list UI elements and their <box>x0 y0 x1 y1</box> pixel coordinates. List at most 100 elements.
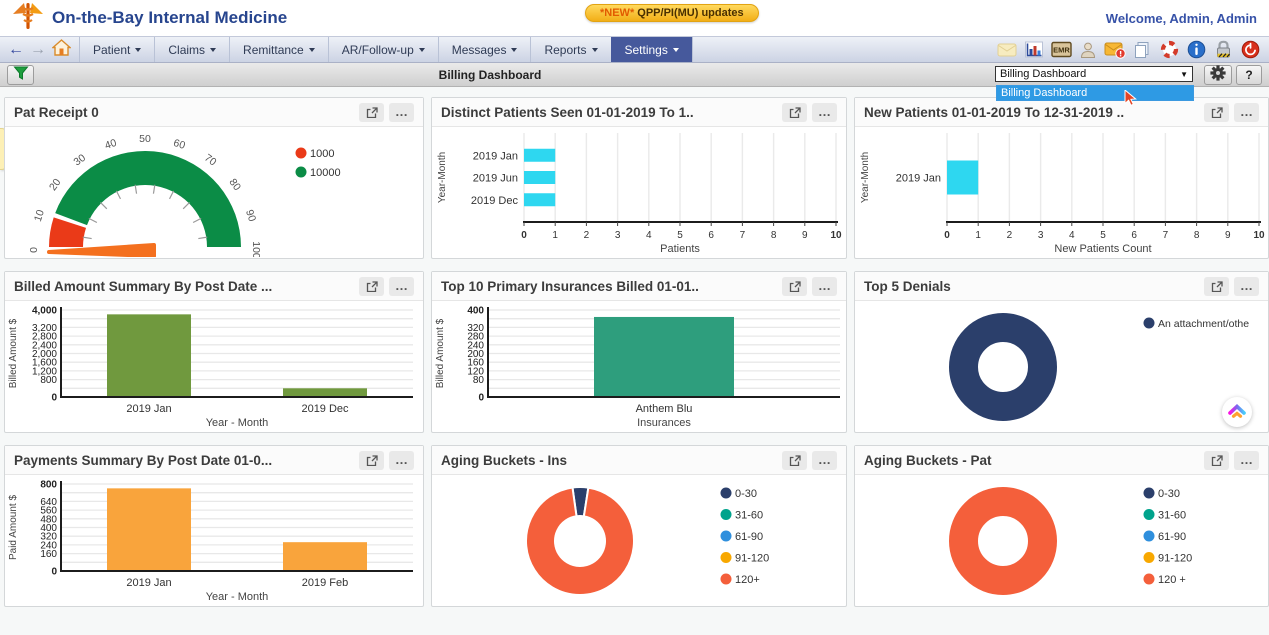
export-icon[interactable] <box>359 277 384 296</box>
banner-new-tag: *NEW* <box>600 7 634 19</box>
panel-new-patients: New Patients 01-01-2019 To 12-31-2019 ..… <box>854 97 1269 259</box>
svg-text:1: 1 <box>552 230 558 241</box>
more-icon[interactable]: … <box>389 451 414 470</box>
svg-text:New Patients Count: New Patients Count <box>1054 243 1151 255</box>
more-icon[interactable]: … <box>389 277 414 296</box>
svg-text:4,000: 4,000 <box>32 306 57 317</box>
svg-text:70: 70 <box>202 152 219 169</box>
nav-item-reports[interactable]: Reports <box>530 37 610 62</box>
nav-item-patient[interactable]: Patient <box>79 37 154 62</box>
lock-icon[interactable] <box>1212 40 1234 60</box>
panel-title: Top 5 Denials <box>864 279 951 294</box>
svg-text:5: 5 <box>677 230 683 241</box>
panel-pat-receipt: Pat Receipt 0 … 010203040506070809010010… <box>4 97 424 259</box>
svg-text:2019 Jan: 2019 Jan <box>126 577 171 589</box>
forward-arrow-icon[interactable]: → <box>30 42 46 58</box>
nav-item-settings[interactable]: Settings <box>611 37 693 62</box>
svg-text:3: 3 <box>615 230 621 241</box>
svg-text:0-30: 0-30 <box>735 488 757 500</box>
help-button[interactable]: ? <box>1236 65 1262 85</box>
svg-text:160: 160 <box>40 549 57 560</box>
settings-gear-button[interactable] <box>1204 65 1232 85</box>
svg-text:91-120: 91-120 <box>735 553 769 565</box>
more-icon[interactable]: … <box>812 451 837 470</box>
export-icon[interactable] <box>782 103 807 122</box>
svg-text:2019 Jun: 2019 Jun <box>473 173 518 185</box>
svg-text:1000: 1000 <box>310 148 334 160</box>
qpp-updates-banner[interactable]: *NEW* QPP/PI(MU) updates <box>585 4 759 22</box>
nav-item-ar-follow-up[interactable]: AR/Follow-up <box>328 37 438 62</box>
svg-text:31-60: 31-60 <box>1158 510 1186 522</box>
filter-button[interactable] <box>7 65 34 85</box>
dashboard-select[interactable]: Billing Dashboard ▼ <box>995 66 1193 82</box>
svg-text:100: 100 <box>250 241 262 257</box>
export-icon[interactable] <box>1204 277 1229 296</box>
svg-text:30: 30 <box>72 152 89 169</box>
caduceus-logo-icon <box>12 1 44 36</box>
dashboard-grid: Pat Receipt 0 … 010203040506070809010010… <box>4 97 1269 607</box>
svg-text:An attachment/othe: An attachment/othe <box>1158 318 1249 330</box>
export-icon[interactable] <box>1204 451 1229 470</box>
panel-top-insurances: Top 10 Primary Insurances Billed 01-01..… <box>431 271 847 433</box>
dashboard-select-value: Billing Dashboard <box>1000 68 1086 80</box>
nav-item-claims[interactable]: Claims <box>154 37 229 62</box>
banner-text: QPP/PI(MU) updates <box>634 7 743 19</box>
svg-text:20: 20 <box>47 176 64 193</box>
export-icon[interactable] <box>1204 103 1229 122</box>
export-icon[interactable] <box>782 451 807 470</box>
chevron-down-icon <box>210 48 216 52</box>
more-icon[interactable]: … <box>389 103 414 122</box>
nav-item-remittance[interactable]: Remittance <box>229 37 328 62</box>
home-icon[interactable] <box>52 39 71 61</box>
svg-text:3: 3 <box>1038 230 1044 241</box>
dashboard-select-option[interactable]: Billing Dashboard <box>997 86 1193 100</box>
bar-chart-payments: 2019 Jan2019 Feb800640560480400320240160… <box>5 475 423 605</box>
gear-icon <box>1210 65 1226 86</box>
panel-aging-buckets-ins: Aging Buckets - Ins … 0-3031-6061-9091-1… <box>431 445 847 607</box>
copy-icon[interactable] <box>1131 40 1153 60</box>
svg-text:61-90: 61-90 <box>1158 531 1186 543</box>
svg-text:400: 400 <box>467 306 484 317</box>
svg-text:800: 800 <box>40 375 57 386</box>
more-icon[interactable]: … <box>812 277 837 296</box>
info-icon[interactable] <box>1185 40 1207 60</box>
panel-top-denials: Top 5 Denials … An attachment/othe <box>854 271 1269 433</box>
svg-text:2019 Jan: 2019 Jan <box>473 150 518 162</box>
support-icon[interactable] <box>1158 40 1180 60</box>
inactive-mail-icon[interactable] <box>996 40 1018 60</box>
dashboard-select-popup: Billing Dashboard <box>996 85 1194 101</box>
svg-text:2: 2 <box>584 230 590 241</box>
back-arrow-icon[interactable]: ← <box>8 42 24 58</box>
svg-text:4: 4 <box>646 230 652 241</box>
more-icon[interactable]: … <box>1234 103 1259 122</box>
more-icon[interactable]: … <box>1234 277 1259 296</box>
svg-text:1: 1 <box>975 230 981 241</box>
panel-billed-amount-summary: Billed Amount Summary By Post Date ... …… <box>4 271 424 433</box>
export-icon[interactable] <box>359 451 384 470</box>
chevron-down-icon <box>673 48 679 52</box>
nav-item-messages[interactable]: Messages <box>438 37 531 62</box>
clickup-badge-icon[interactable] <box>1222 397 1252 427</box>
export-icon[interactable] <box>782 277 807 296</box>
mail-alert-icon[interactable] <box>1104 40 1126 60</box>
svg-text:10: 10 <box>32 208 47 223</box>
svg-text:31-60: 31-60 <box>735 510 763 522</box>
panel-title: Aging Buckets - Pat <box>864 453 992 468</box>
svg-text:6: 6 <box>708 230 714 241</box>
svg-text:9: 9 <box>1225 230 1231 241</box>
more-icon[interactable]: … <box>812 103 837 122</box>
svg-text:10000: 10000 <box>310 167 341 179</box>
select-caret-icon: ▼ <box>1180 70 1192 79</box>
export-icon[interactable] <box>359 103 384 122</box>
gauge-chart-pat-receipt: 0102030405060708090100100010000 <box>5 127 423 257</box>
power-icon[interactable] <box>1239 40 1261 60</box>
bar-chart-distinct-patients: 2019 Jan2019 Jun2019 Dec012345678910Pati… <box>432 127 846 257</box>
user-icon[interactable] <box>1077 40 1099 60</box>
more-icon[interactable]: … <box>1234 451 1259 470</box>
svg-text:2019 Dec: 2019 Dec <box>301 403 349 415</box>
chart-icon[interactable] <box>1023 40 1045 60</box>
panel-title: Billed Amount Summary By Post Date ... <box>14 279 272 294</box>
chevron-down-icon <box>135 48 141 52</box>
emr-icon[interactable]: EMR <box>1050 40 1072 60</box>
svg-text:10: 10 <box>830 230 842 241</box>
